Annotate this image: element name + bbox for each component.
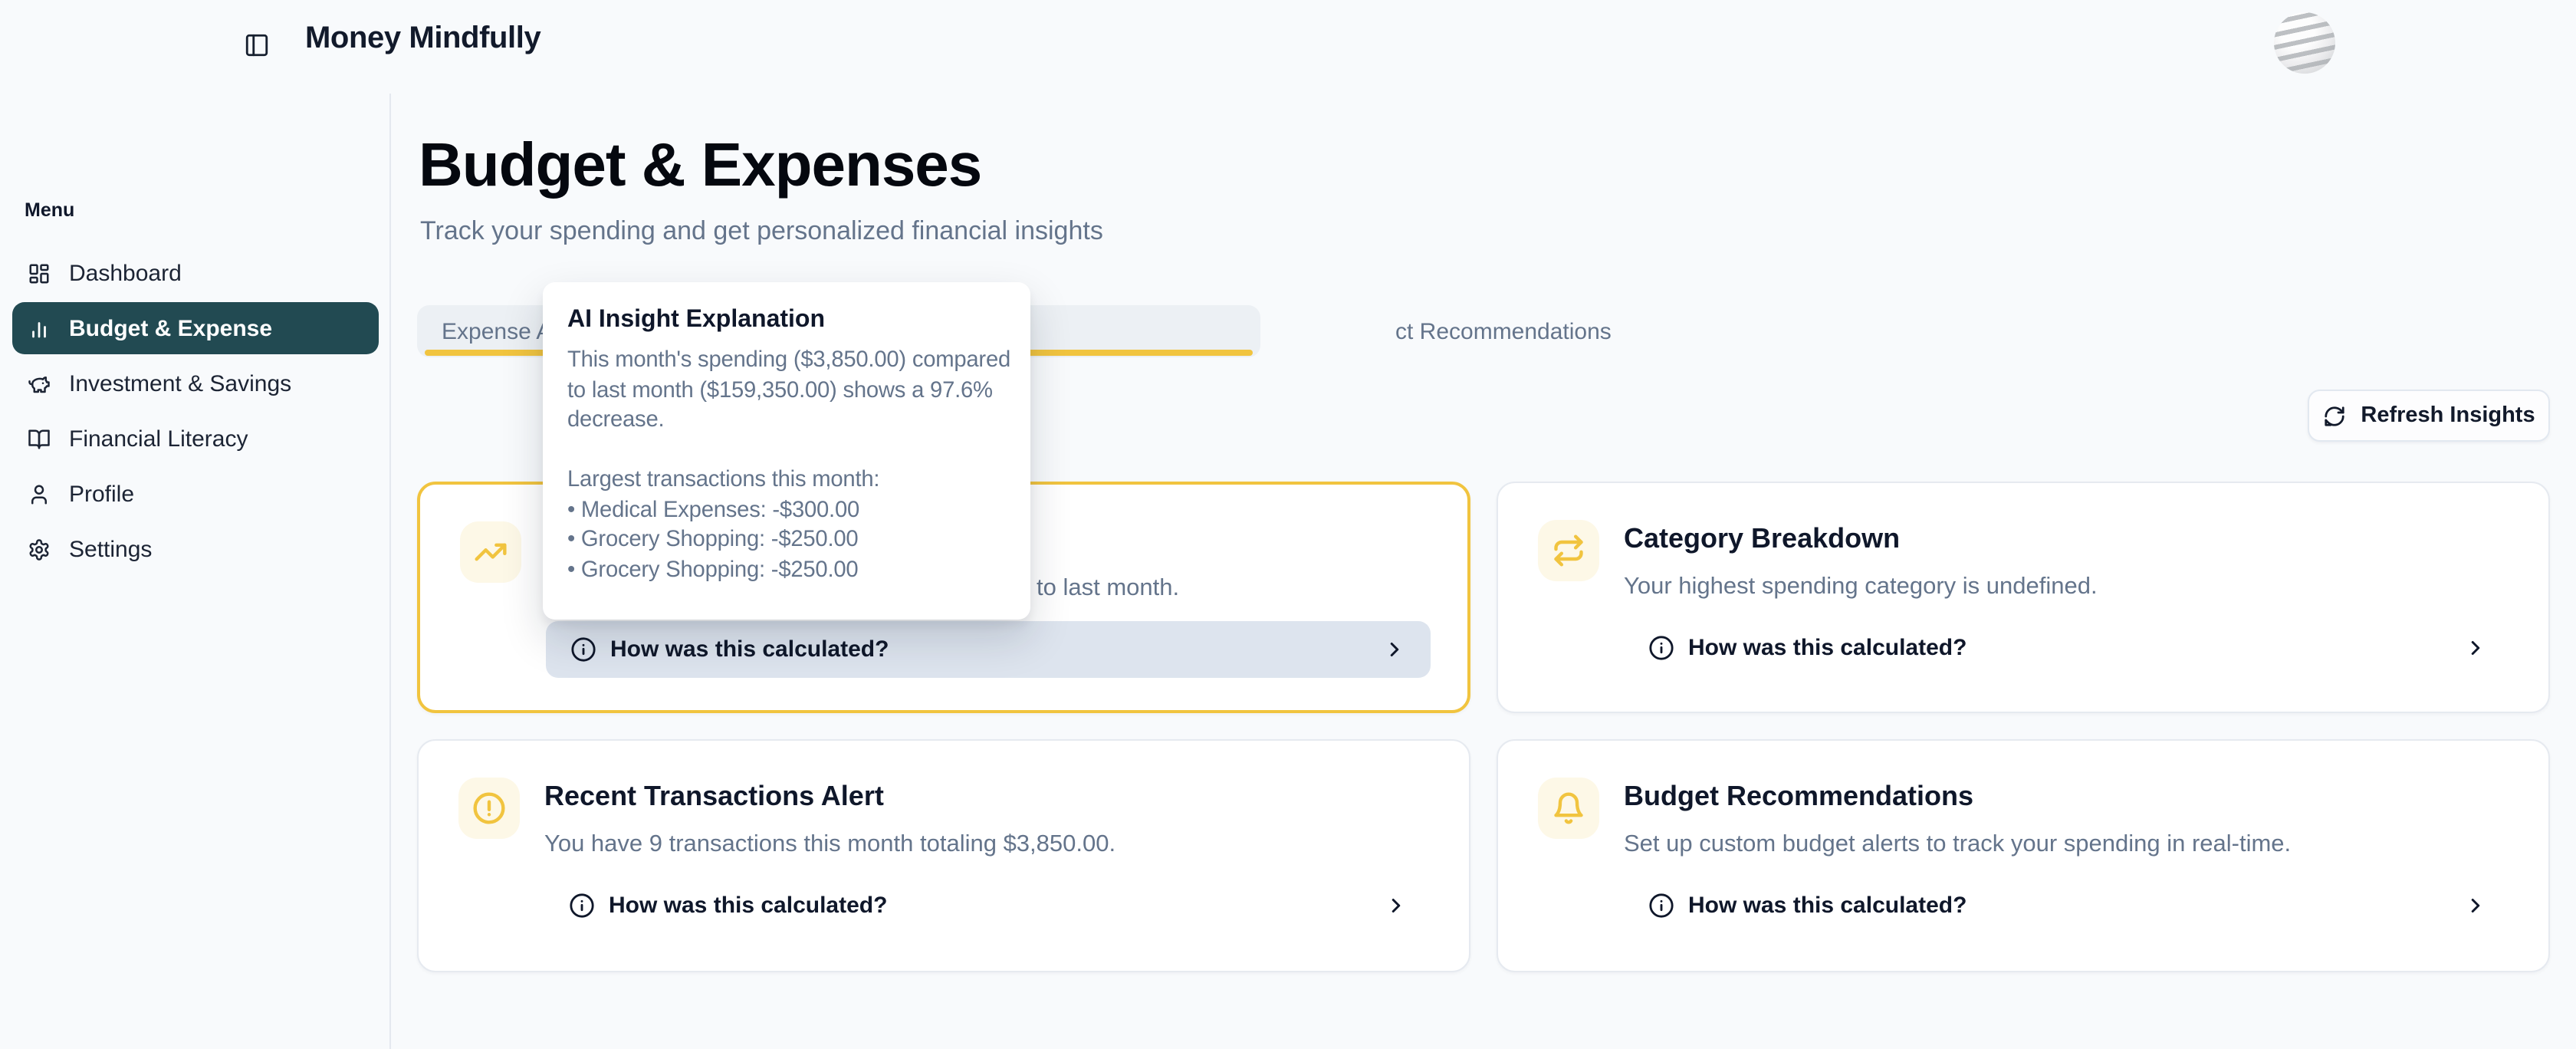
card-subtitle: Your highest spending category is undefi…: [1624, 574, 2098, 601]
sidebar-item-settings[interactable]: Settings: [12, 523, 379, 575]
ai-insight-popover: AI Insight Explanation This month's spen…: [543, 282, 1030, 620]
how-calculated-row[interactable]: How was this calculated?: [1624, 620, 2512, 676]
icon-box: [458, 778, 520, 839]
how-calculated-label: How was this calculated?: [1688, 635, 1967, 661]
user-avatar[interactable]: [2274, 12, 2335, 74]
sidebar-item-label: Dashboard: [69, 260, 182, 286]
icon-box: [1538, 520, 1599, 581]
alert-circle-icon: [472, 791, 506, 825]
how-calculated-label: How was this calculated?: [1688, 893, 1967, 919]
card-title: Budget Recommendations: [1624, 781, 1973, 813]
card-subtitle-fragment: to last month.: [1037, 575, 1179, 603]
popover-line: to last month ($159,350.00) shows a 97.6…: [567, 377, 1006, 406]
category-breakdown-card: Category Breakdown Your highest spending…: [1497, 482, 2550, 713]
recent-transactions-card: Recent Transactions Alert You have 9 tra…: [417, 739, 1470, 972]
how-calculated-row[interactable]: How was this calculated?: [546, 621, 1431, 678]
page-title: Budget & Expenses: [419, 132, 981, 201]
sidebar-item-financial-literacy[interactable]: Financial Literacy: [12, 413, 379, 465]
icon-box: [460, 521, 521, 583]
popover-line: Largest transactions this month:: [567, 466, 1006, 496]
refresh-icon: [2322, 404, 2345, 427]
chevron-right-icon: [1385, 894, 1408, 917]
popover-line: [567, 436, 1006, 466]
sidebar-item-dashboard[interactable]: Dashboard: [12, 247, 379, 299]
sidebar-item-budget-expense[interactable]: Budget & Expense: [12, 302, 379, 354]
sidebar-item-label: Financial Literacy: [69, 426, 248, 452]
popover-line: • Grocery Shopping: -$250.00: [567, 526, 1006, 556]
sidebar-item-label: Budget & Expense: [69, 315, 272, 341]
info-icon: [570, 636, 596, 663]
app-header: Money Mindfully: [0, 0, 2576, 94]
sidebar-menu: Dashboard Budget & Expense Investme: [12, 247, 379, 578]
app-root: Money Mindfully Menu Dashboard: [0, 0, 2576, 1049]
popover-line: This month's spending ($3,850.00) compar…: [567, 347, 1006, 377]
tab-product-recommendations[interactable]: ct Recommendations: [1395, 305, 1612, 357]
popover-line: • Grocery Shopping: -$250.00: [567, 556, 1006, 586]
popover-title: AI Insight Explanation: [567, 307, 1006, 334]
popover-line: decrease.: [567, 406, 1006, 436]
sidebar-item-profile[interactable]: Profile: [12, 468, 379, 520]
card-subtitle: You have 9 transactions this month total…: [544, 831, 1116, 859]
info-icon: [1648, 635, 1674, 661]
sidebar-section-label: Menu: [25, 199, 74, 221]
how-calculated-row[interactable]: How was this calculated?: [1624, 877, 2512, 934]
card-title: Category Breakdown: [1624, 523, 1900, 555]
sidebar-toggle-button[interactable]: [244, 26, 281, 63]
how-calculated-label: How was this calculated?: [610, 636, 889, 663]
piggy-bank-icon: [28, 372, 51, 395]
how-calculated-row[interactable]: How was this calculated?: [544, 877, 1432, 934]
card-subtitle: Set up custom budget alerts to track you…: [1624, 831, 2291, 859]
sidebar-item-label: Profile: [69, 481, 134, 507]
sidebar-item-investment-savings[interactable]: Investment & Savings: [12, 357, 379, 409]
bar-chart-icon: [28, 317, 51, 340]
user-icon: [28, 482, 51, 505]
repeat-icon: [1552, 534, 1585, 567]
page-subtitle: Track your spending and get personalized…: [420, 216, 1103, 247]
how-calculated-label: How was this calculated?: [609, 893, 887, 919]
layout-dashboard-icon: [28, 261, 51, 284]
budget-recommendations-card: Budget Recommendations Set up custom bud…: [1497, 739, 2550, 972]
icon-box: [1538, 778, 1599, 839]
info-icon: [569, 893, 595, 919]
panel-left-icon: [244, 31, 281, 58]
chevron-right-icon: [2464, 636, 2487, 659]
settings-icon: [28, 538, 51, 561]
chevron-right-icon: [2464, 894, 2487, 917]
bell-icon: [1552, 791, 1585, 825]
popover-line: • Medical Expenses: -$300.00: [567, 496, 1006, 526]
card-title: Recent Transactions Alert: [544, 781, 884, 813]
trending-up-icon: [474, 535, 508, 569]
sidebar: Menu Dashboard Budget & Expense: [0, 94, 391, 1049]
refresh-insights-button[interactable]: Refresh Insights: [2308, 390, 2550, 442]
sidebar-item-label: Investment & Savings: [69, 370, 291, 396]
book-open-icon: [28, 427, 51, 450]
info-icon: [1648, 893, 1674, 919]
app-title: Money Mindfully: [305, 21, 540, 57]
refresh-insights-label: Refresh Insights: [2361, 403, 2535, 428]
chevron-right-icon: [1383, 638, 1406, 661]
sidebar-item-label: Settings: [69, 536, 152, 562]
